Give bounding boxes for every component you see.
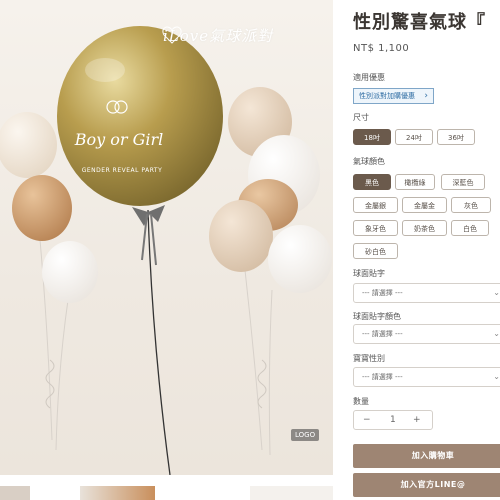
- quantity-stepper: − 1 +: [353, 410, 433, 430]
- color-option-grey[interactable]: 灰色: [451, 197, 491, 213]
- color-option-silver[interactable]: 金屬銀: [353, 197, 398, 213]
- chevron-down-icon: ⌄: [493, 288, 500, 297]
- thumbnail-1[interactable]: [0, 486, 30, 500]
- chevron-right-icon: ›: [424, 91, 428, 101]
- size-option-36[interactable]: 36吋: [437, 129, 475, 145]
- chevron-down-icon: ⌄: [493, 329, 500, 338]
- balloon-subtext: GENDER REVEAL PARTY: [82, 167, 163, 174]
- quantity-plus-button[interactable]: +: [413, 411, 421, 429]
- color-label: 氣球顏色: [353, 157, 385, 166]
- balloon-text: Boy or Girl: [74, 130, 164, 149]
- color-option-milktea[interactable]: 奶茶色: [402, 220, 447, 236]
- add-line-button[interactable]: 加入官方LINE@: [353, 473, 500, 497]
- logo-badge: LOGO: [291, 429, 320, 441]
- sticker-select[interactable]: --- 請選擇 --- ⌄: [353, 283, 500, 303]
- sticker-color-select-value: --- 請選擇 ---: [362, 330, 403, 338]
- promo-tag-text: 性別派對加購優惠: [359, 92, 415, 100]
- size-option-18[interactable]: 18吋: [353, 129, 391, 145]
- quantity-label: 數量: [353, 397, 369, 406]
- sticker-select-value: --- 請選擇 ---: [362, 289, 403, 297]
- sticker-color-select[interactable]: --- 請選擇 --- ⌄: [353, 324, 500, 344]
- gender-select-value: --- 請選擇 ---: [362, 373, 403, 381]
- promo-label: 適用優惠: [353, 73, 385, 82]
- product-photo[interactable]: Boy or Girl GENDER REVEAL PARTY iLove氣球派…: [0, 0, 333, 475]
- quantity-value[interactable]: 1: [390, 411, 396, 429]
- promo-tag-button[interactable]: 性別派對加購優惠 ›: [353, 88, 434, 104]
- color-option-ivory[interactable]: 象牙色: [353, 220, 398, 236]
- color-option-navy[interactable]: 深藍色: [441, 174, 485, 190]
- color-option-olive[interactable]: 橄欖綠: [395, 174, 435, 190]
- add-to-cart-button[interactable]: 加入購物車: [353, 444, 500, 468]
- color-option-black[interactable]: 黑色: [353, 174, 391, 190]
- color-option-sand[interactable]: 砂白色: [353, 243, 398, 259]
- quantity-minus-button[interactable]: −: [363, 411, 371, 429]
- product-panel: 性別驚喜氣球『 NT$ 1,100 適用優惠 性別派對加購優惠 › 尺寸 18吋…: [353, 0, 500, 500]
- gender-select[interactable]: --- 請選擇 --- ⌄: [353, 367, 500, 387]
- sticker-color-label: 球面貼字顏色: [353, 312, 401, 321]
- chevron-down-icon: ⌄: [493, 372, 500, 381]
- thumbnail-3[interactable]: [250, 486, 333, 500]
- thumbnail-strip: [0, 486, 333, 500]
- size-option-24[interactable]: 24吋: [395, 129, 433, 145]
- size-label: 尺寸: [353, 113, 369, 122]
- product-title: 性別驚喜氣球『: [353, 12, 486, 33]
- color-option-gold[interactable]: 金屬金: [402, 197, 447, 213]
- product-price: NT$ 1,100: [353, 43, 410, 54]
- thumbnail-2[interactable]: [80, 486, 155, 500]
- gender-label: 寶寶性別: [353, 354, 385, 363]
- brand-watermark: iLove氣球派對: [163, 27, 274, 45]
- balloon-illustration: Boy or Girl GENDER REVEAL PARTY: [0, 26, 332, 475]
- color-option-white[interactable]: 白色: [451, 220, 489, 236]
- sticker-label: 球面貼字: [353, 269, 385, 278]
